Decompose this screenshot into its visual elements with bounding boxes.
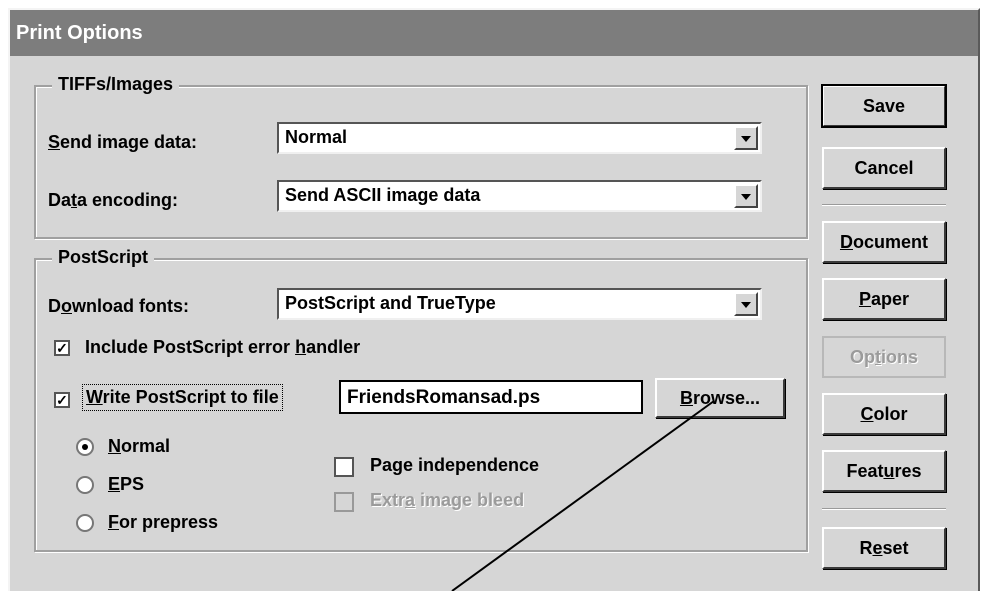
annotation-pointer-line <box>451 400 715 591</box>
